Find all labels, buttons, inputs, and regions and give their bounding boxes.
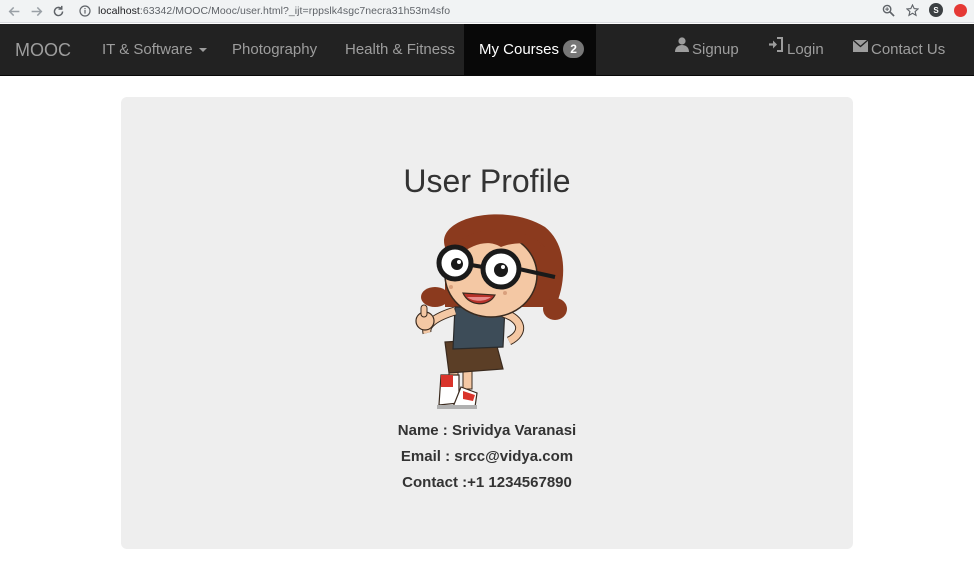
nav-contact-us[interactable]: Contact Us (838, 24, 960, 76)
login-icon (768, 22, 784, 74)
nav-label: My Courses (479, 41, 560, 58)
address-bar[interactable]: localhost:63342/MOOC/Mooc/user.html?_ijt… (74, 1, 926, 21)
browser-toolbar: localhost:63342/MOOC/Mooc/user.html?_ijt… (0, 0, 974, 23)
nav-photography[interactable]: Photography (217, 24, 332, 76)
profile-contact: Contact :+1 1234567890 (402, 474, 572, 491)
site-info-icon[interactable] (78, 4, 92, 18)
nav-label: Signup (692, 41, 739, 58)
profile-email: Email : srcc@vidya.com (400, 448, 574, 465)
nav-label: IT & Software (102, 41, 193, 58)
nav-label: Health & Fitness (345, 41, 456, 58)
forward-icon[interactable] (25, 1, 47, 21)
brand-logo[interactable]: MOOC (15, 24, 71, 76)
envelope-icon (852, 22, 869, 74)
extension-icon[interactable] (952, 2, 968, 18)
nav-health-fitness[interactable]: Health & Fitness (330, 24, 470, 76)
navbar: MOOC IT & Software Photography Health & … (0, 24, 974, 76)
user-avatar-illustration (415, 214, 567, 409)
profile-name: Name : Srividya Varanasi (397, 422, 577, 439)
nav-label: Login (787, 41, 824, 58)
nav-my-courses[interactable]: My Courses 2 (464, 24, 596, 76)
url-text: localhost:63342/MOOC/Mooc/user.html?_ijt… (98, 5, 451, 17)
nav-label: Contact Us (871, 41, 946, 58)
nav-label: Photography (232, 41, 318, 58)
nav-it-software-dropdown[interactable]: IT & Software (87, 24, 222, 76)
page-title: User Profile (403, 163, 571, 199)
zoom-icon[interactable] (880, 2, 896, 18)
back-icon[interactable] (3, 1, 25, 21)
caret-down-icon (198, 48, 207, 53)
nav-signup[interactable]: Signup (660, 24, 754, 76)
nav-login[interactable]: Login (753, 24, 839, 76)
reload-icon[interactable] (47, 1, 69, 21)
course-count-badge: 2 (563, 40, 585, 59)
profile-avatar[interactable]: S (928, 2, 944, 18)
bookmark-star-icon[interactable] (904, 2, 920, 18)
user-icon (675, 22, 689, 74)
